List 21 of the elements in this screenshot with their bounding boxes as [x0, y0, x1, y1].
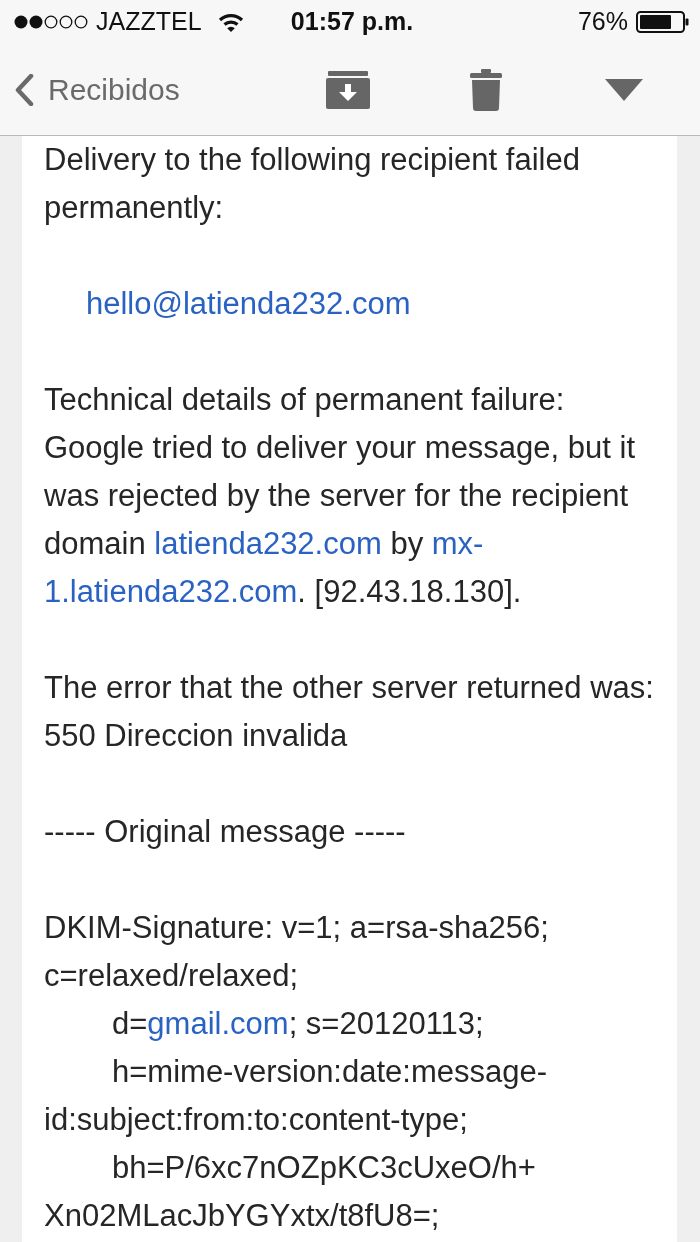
message-paragraph: ----- Original message -----	[44, 813, 407, 851]
message-paragraph: Delivery to the following recipient failed permanently:	[44, 141, 581, 227]
carrier-name: JAZZTEL	[96, 6, 202, 38]
archive-icon[interactable]	[326, 70, 370, 109]
clock-time: 01:57 p.m.	[290, 6, 414, 38]
link[interactable]: latienda232.com	[154, 526, 382, 561]
signal-dots-icon	[14, 15, 88, 29]
back-button[interactable]: Recibidos	[14, 67, 180, 112]
caret-down-icon[interactable]	[605, 78, 643, 101]
message-paragraph: DKIM-Signature: v=1; a=rsa-sha256; c=relaxed/relaxed; d=gmail.com; s=20120113; h=mime-version:date:message- id:subject:from:to:content-type; bh=P/6xc7nOZpKC3cUxeO/h+ Xn02MLacJbYGYxtx/t8fU8=;	[44, 909, 550, 1235]
link[interactable]: gmail.com	[147, 1006, 289, 1041]
wifi-icon	[217, 12, 244, 32]
battery-icon	[636, 11, 690, 33]
trash-icon[interactable]	[470, 68, 502, 111]
link[interactable]: 1.latienda232.com	[44, 574, 298, 609]
chevron-left-icon	[14, 73, 34, 106]
message-paragraph: Technical details of permanent failure: Google tried to deliver your message, but it was rejected by the server for the recipient domain latienda232.com by mx- 1.latienda232.com. [92.43.18.130].	[44, 381, 637, 611]
battery-percentage: 76%	[577, 6, 628, 38]
message-paragraph: The error that the other server returned was: 550 Direccion invalida	[44, 669, 655, 755]
link[interactable]: mx-	[431, 526, 484, 561]
link[interactable]: hello@latienda232.com	[86, 286, 411, 321]
